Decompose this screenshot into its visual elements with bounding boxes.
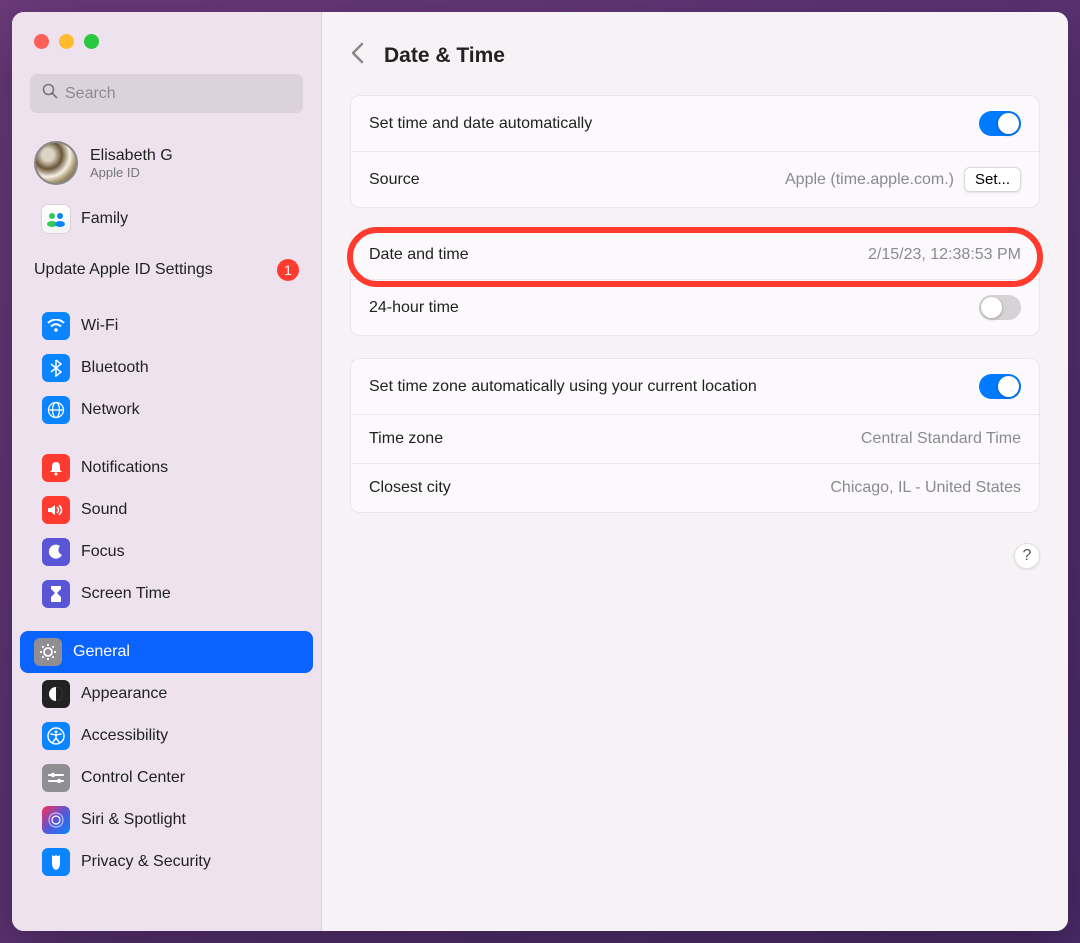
network-icon <box>42 396 70 424</box>
row-timezone: Time zone Central Standard Time <box>351 415 1039 464</box>
badge-count: 1 <box>277 259 299 281</box>
panel-date-time: Date and time 2/15/23, 12:38:53 PM 24-ho… <box>350 230 1040 336</box>
notifications-icon <box>42 454 70 482</box>
user-sub: Apple ID <box>90 165 173 180</box>
sidebar-item-accessibility[interactable]: Accessibility <box>20 715 313 757</box>
accessibility-icon <box>42 722 70 750</box>
row-label: Set time zone automatically using your c… <box>369 378 979 396</box>
search-icon <box>42 83 58 104</box>
sidebar-item-privacy-security[interactable]: Privacy & Security <box>20 841 313 883</box>
row-source: Source Apple (time.apple.com.) Set... <box>351 152 1039 207</box>
row-date-time[interactable]: Date and time 2/15/23, 12:38:53 PM <box>351 231 1039 280</box>
main-content: Date & Time Set time and date automatica… <box>322 12 1068 931</box>
sidebar: Elisabeth G Apple ID Family Update Apple… <box>12 12 322 931</box>
family-icon <box>42 205 70 233</box>
window-controls <box>12 12 321 69</box>
sidebar-item-label: Control Center <box>81 769 291 787</box>
appearance-icon <box>42 680 70 708</box>
row-label: Date and time <box>369 246 868 264</box>
screen-time-icon <box>42 580 70 608</box>
row-value: Central Standard Time <box>861 430 1021 448</box>
toggle-auto-time[interactable] <box>979 111 1021 136</box>
row-value: Chicago, IL - United States <box>830 479 1021 497</box>
sidebar-item-wifi[interactable]: Wi-Fi <box>20 305 313 347</box>
settings-window: Elisabeth G Apple ID Family Update Apple… <box>12 12 1068 931</box>
user-name: Elisabeth G <box>90 147 173 165</box>
row-auto-timezone: Set time zone automatically using your c… <box>351 359 1039 415</box>
sidebar-item-label: Wi-Fi <box>81 317 291 335</box>
sidebar-item-label: Sound <box>81 501 291 519</box>
toggle-auto-timezone[interactable] <box>979 374 1021 399</box>
control-center-icon <box>42 764 70 792</box>
wifi-icon <box>42 312 70 340</box>
row-label: Time zone <box>369 430 861 448</box>
sidebar-item-label: Focus <box>81 543 291 561</box>
sidebar-item-bluetooth[interactable]: Bluetooth <box>20 347 313 389</box>
update-text: Update Apple ID Settings <box>34 261 267 279</box>
sidebar-item-family[interactable]: Family <box>20 197 313 245</box>
update-apple-id-row[interactable]: Update Apple ID Settings 1 <box>12 245 321 289</box>
row-label: Set time and date automatically <box>369 115 979 133</box>
panel-auto-time: Set time and date automatically Source A… <box>350 95 1040 208</box>
page-title: Date & Time <box>384 44 505 68</box>
panel-timezone: Set time zone automatically using your c… <box>350 358 1040 513</box>
sidebar-item-screen-time[interactable]: Screen Time <box>20 573 313 615</box>
sidebar-item-control-center[interactable]: Control Center <box>20 757 313 799</box>
search-field[interactable] <box>30 74 303 113</box>
row-label: Source <box>369 171 785 189</box>
sidebar-item-label: Siri & Spotlight <box>81 811 291 829</box>
sidebar-item-label: Appearance <box>81 685 291 703</box>
sidebar-item-sound[interactable]: Sound <box>20 489 313 531</box>
sidebar-item-label: Accessibility <box>81 727 291 745</box>
sidebar-item-label: Screen Time <box>81 585 291 603</box>
row-label: 24-hour time <box>369 299 979 317</box>
sidebar-item-notifications[interactable]: Notifications <box>20 447 313 489</box>
help-button[interactable]: ? <box>1014 543 1040 569</box>
help-row: ? <box>350 535 1040 569</box>
sidebar-item-label: Privacy & Security <box>81 853 291 871</box>
sidebar-item-label: Notifications <box>81 459 291 477</box>
row-auto-time: Set time and date automatically <box>351 96 1039 152</box>
row-value: 2/15/23, 12:38:53 PM <box>868 246 1021 264</box>
sidebar-item-label: General <box>73 643 299 661</box>
apple-id-row[interactable]: Elisabeth G Apple ID <box>12 131 321 197</box>
user-avatar <box>34 141 78 185</box>
sidebar-item-appearance[interactable]: Appearance <box>20 673 313 715</box>
row-label: Closest city <box>369 479 830 497</box>
search-input[interactable] <box>65 85 291 103</box>
sidebar-item-label: Family <box>81 210 291 228</box>
minimize-window-button[interactable] <box>59 34 74 49</box>
privacy-icon <box>42 848 70 876</box>
sound-icon <box>42 496 70 524</box>
general-icon <box>34 638 62 666</box>
row-24-hour: 24-hour time <box>351 280 1039 335</box>
page-header: Date & Time <box>350 32 1040 95</box>
row-closest-city: Closest city Chicago, IL - United States <box>351 464 1039 512</box>
sidebar-item-focus[interactable]: Focus <box>20 531 313 573</box>
sidebar-item-siri-spotlight[interactable]: Siri & Spotlight <box>20 799 313 841</box>
bluetooth-icon <box>42 354 70 382</box>
sidebar-item-network[interactable]: Network <box>20 389 313 431</box>
sidebar-item-label: Network <box>81 401 291 419</box>
close-window-button[interactable] <box>34 34 49 49</box>
back-button[interactable] <box>350 40 364 71</box>
sidebar-item-label: Bluetooth <box>81 359 291 377</box>
row-value: Apple (time.apple.com.) <box>785 171 954 189</box>
siri-icon <box>42 806 70 834</box>
maximize-window-button[interactable] <box>84 34 99 49</box>
set-source-button[interactable]: Set... <box>964 167 1021 192</box>
focus-icon <box>42 538 70 566</box>
sidebar-item-general[interactable]: General <box>20 631 313 673</box>
toggle-24-hour[interactable] <box>979 295 1021 320</box>
